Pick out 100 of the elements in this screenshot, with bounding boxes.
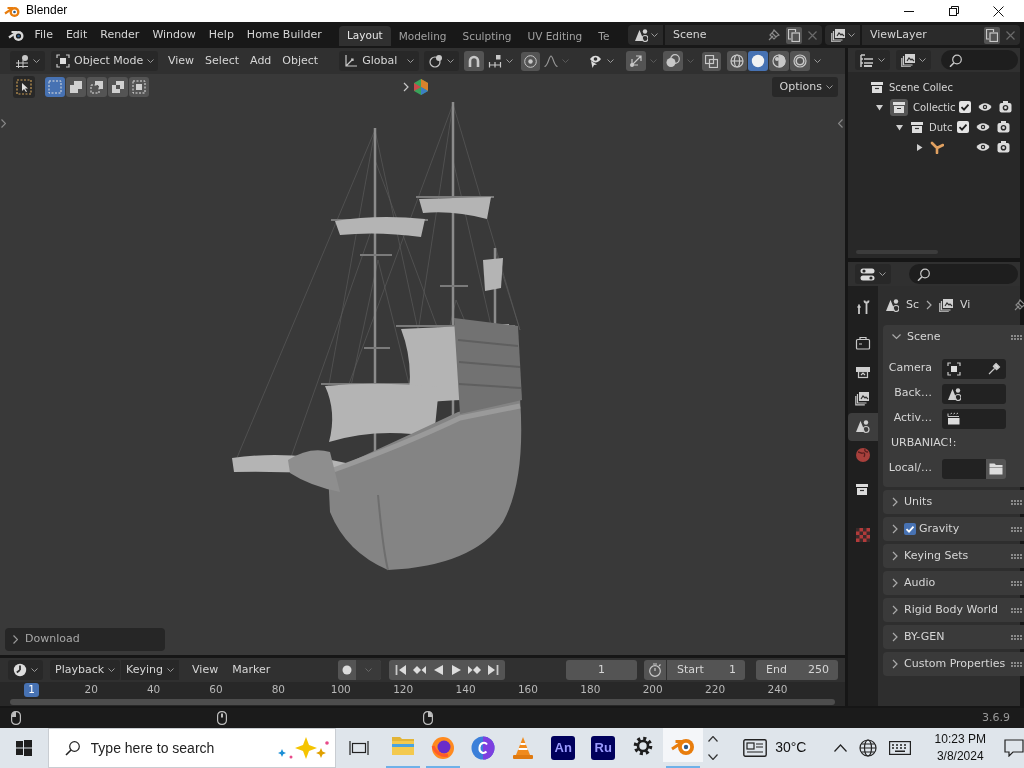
breadcrumb-item[interactable]: Vi <box>960 298 971 312</box>
tree-item[interactable]: Scene Collec <box>889 81 1007 93</box>
notification-icon[interactable] <box>1004 739 1024 757</box>
camera-icon[interactable] <box>997 121 1010 133</box>
clock-date[interactable]: 3/8/2024 <box>936 750 984 764</box>
disclosure-triangle-icon[interactable] <box>916 143 923 151</box>
workspace-tab[interactable]: UV Editing <box>519 26 591 48</box>
workspace-tab[interactable]: Sculpting <box>454 26 520 48</box>
magnet-icon[interactable] <box>464 51 485 71</box>
menu-dropdown[interactable]: Keying <box>121 660 180 680</box>
color-hexagon-icon[interactable] <box>414 79 428 95</box>
menu-item[interactable]: View <box>163 51 200 71</box>
pin-icon[interactable] <box>1014 299 1024 311</box>
weather-temperature[interactable]: 30°C <box>775 740 807 756</box>
clip-field[interactable] <box>942 408 1006 429</box>
scene-icon[interactable] <box>848 413 878 441</box>
view-layer-type-button[interactable] <box>825 25 860 45</box>
editor-type-button[interactable] <box>10 51 45 71</box>
timeline-scrollbar[interactable] <box>10 699 835 705</box>
disclosure-triangle-icon[interactable] <box>896 123 903 131</box>
keyboard-icon[interactable] <box>889 741 912 755</box>
menu-dropdown[interactable]: Playback <box>50 660 121 680</box>
menu-item[interactable]: Home Builder <box>240 25 329 45</box>
app-tile-button[interactable]: An <box>551 736 576 760</box>
chevron-icon[interactable] <box>708 754 719 760</box>
path-field[interactable] <box>942 458 986 479</box>
end-frame-field[interactable]: End 250 <box>756 660 838 680</box>
xray-icon[interactable] <box>702 51 722 71</box>
disclosure-triangle-icon[interactable] <box>876 103 883 111</box>
pivot-dropdown[interactable] <box>424 51 460 71</box>
select-mode-icon[interactable] <box>45 77 65 97</box>
menu-item[interactable]: Object <box>277 51 324 71</box>
search-field[interactable] <box>909 264 1018 284</box>
menu-item[interactable]: Edit <box>59 25 94 45</box>
breadcrumb-item[interactable]: Sc <box>906 298 920 312</box>
editor-type-button[interactable] <box>855 264 891 284</box>
globe-icon[interactable] <box>859 739 878 757</box>
menu-item[interactable]: Marker <box>225 660 278 680</box>
chevron-icon[interactable] <box>708 736 719 742</box>
task-view-icon[interactable] <box>349 740 370 756</box>
scene-type-button[interactable] <box>628 25 663 45</box>
app-tile-button[interactable]: Ru <box>591 736 616 760</box>
workspace-tab[interactable]: Layout <box>339 26 391 46</box>
last-operator-panel[interactable]: Download <box>5 628 165 651</box>
menu-item[interactable]: Add <box>245 51 277 71</box>
camera-icon[interactable] <box>998 101 1012 113</box>
camera-icon[interactable] <box>997 141 1010 153</box>
checkbox[interactable] <box>957 121 969 133</box>
current-frame-marker[interactable]: 1 <box>24 683 39 697</box>
c-logo-icon[interactable] <box>471 736 496 760</box>
display-mode-dropdown[interactable] <box>896 50 931 70</box>
menu-item[interactable]: Window <box>145 25 203 45</box>
close-icon[interactable] <box>1006 30 1015 40</box>
eye-icon[interactable] <box>976 122 990 132</box>
editor-type-button[interactable] <box>8 660 43 680</box>
search-field[interactable]: Type here to search <box>47 728 336 768</box>
overlay-icon[interactable] <box>663 51 684 71</box>
workspace-tab[interactable]: Te <box>590 26 618 48</box>
checkbox[interactable] <box>958 101 971 113</box>
menu-item[interactable]: File <box>28 25 60 45</box>
panel-header[interactable]: Scene <box>907 330 1006 344</box>
globe-logo-icon[interactable] <box>431 736 456 760</box>
gizmo-icon[interactable] <box>626 51 647 71</box>
proportional-editing-icon[interactable] <box>521 51 541 71</box>
eye-icon[interactable] <box>976 142 990 152</box>
editor-type-button[interactable] <box>855 50 890 70</box>
select-mode-icon[interactable] <box>108 77 128 97</box>
close-icon[interactable] <box>808 30 817 40</box>
tree-item[interactable]: Dutc <box>929 121 954 133</box>
search-input[interactable]: Type here to search <box>90 738 263 758</box>
tree-item[interactable]: Collectic <box>913 101 956 113</box>
select-mode-icon[interactable] <box>129 77 149 97</box>
select-mode-icon[interactable] <box>66 77 86 97</box>
stopwatch-icon[interactable] <box>644 660 666 680</box>
folder-icon[interactable] <box>986 458 1006 479</box>
eyedropper-icon[interactable] <box>988 362 1001 375</box>
gear-icon[interactable] <box>633 736 654 756</box>
menu-item[interactable]: Select <box>200 51 245 71</box>
search-field[interactable] <box>941 50 1018 70</box>
workspace-tab[interactable]: Modeling <box>390 26 455 48</box>
chevron-icon[interactable] <box>834 744 848 752</box>
copy-icon[interactable] <box>786 26 802 44</box>
start-icon[interactable] <box>15 740 32 756</box>
menu-item[interactable]: View <box>185 660 226 680</box>
menu-item[interactable]: Help <box>202 25 241 45</box>
object-field[interactable] <box>942 358 1006 379</box>
traffic-cone-icon[interactable] <box>512 736 535 760</box>
select-box-icon[interactable] <box>13 76 35 98</box>
scene-field[interactable] <box>942 383 1006 404</box>
eye-icon[interactable] <box>977 102 992 112</box>
news-icon[interactable] <box>743 739 768 757</box>
mode-dropdown[interactable]: Object Mode <box>51 51 158 71</box>
start-frame-field[interactable]: Start 1 <box>667 660 745 680</box>
clock-time[interactable]: 10:23 PM <box>934 732 986 746</box>
select-mode-icon[interactable] <box>87 77 107 97</box>
options-dropdown[interactable]: Options <box>771 77 838 97</box>
orientation-dropdown[interactable]: Global <box>339 51 420 71</box>
copy-icon[interactable] <box>984 26 1000 44</box>
checkbox[interactable] <box>904 523 916 535</box>
menu-item[interactable]: Render <box>93 25 146 45</box>
